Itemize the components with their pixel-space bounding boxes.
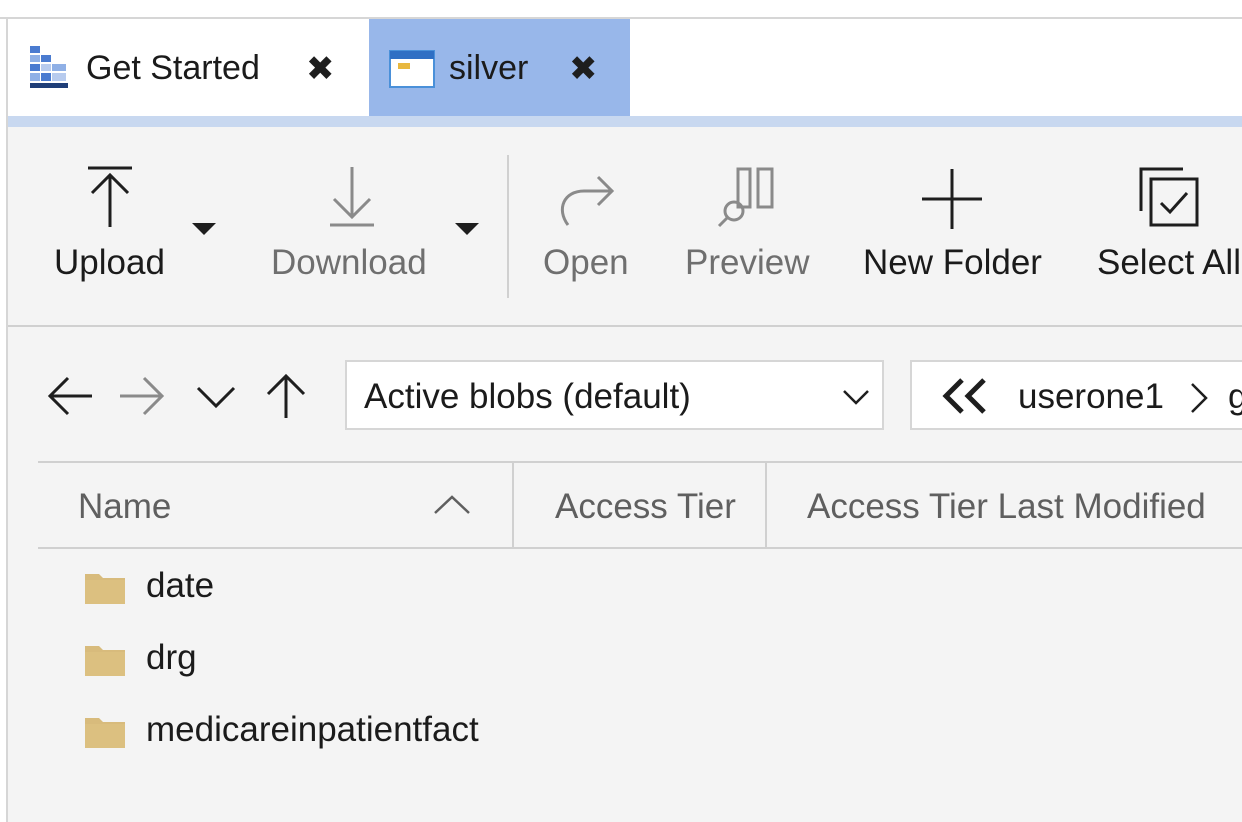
column-header-name[interactable]: Name	[78, 487, 171, 527]
folder-name: medicareinpatientfact	[146, 710, 479, 749]
chevron-down-icon[interactable]	[192, 372, 240, 420]
close-icon[interactable]: ✖	[569, 52, 598, 86]
column-header-access-tier[interactable]: Access Tier	[555, 487, 736, 527]
close-icon[interactable]: ✖	[306, 52, 335, 86]
column-separator[interactable]	[765, 463, 767, 547]
breadcrumb-item[interactable]: g	[1228, 377, 1242, 417]
new-folder-label: New Folder	[863, 243, 1042, 282]
table-header-bottom-border	[38, 547, 1242, 549]
table-row[interactable]: medicareinpatientfact	[38, 695, 1242, 765]
tab-strip-underline	[8, 116, 1242, 127]
open-icon	[554, 169, 618, 234]
download-icon	[328, 165, 376, 234]
folder-icon	[85, 714, 125, 748]
breadcrumb-item[interactable]: userone1	[1018, 377, 1164, 417]
select-all-label: Select All	[1097, 243, 1241, 282]
upload-label: Upload	[54, 243, 165, 282]
get-started-icon	[28, 44, 70, 90]
folder-name: drg	[146, 638, 197, 677]
preview-button[interactable]: Preview	[680, 127, 820, 322]
upload-button[interactable]: Upload	[48, 127, 178, 322]
chevron-down-icon	[841, 382, 871, 417]
breadcrumb-overflow-icon[interactable]	[940, 376, 992, 421]
open-button[interactable]: Open	[536, 127, 646, 322]
plus-icon	[920, 167, 984, 236]
select-all-icon	[1137, 165, 1201, 234]
preview-label: Preview	[685, 243, 810, 282]
preview-icon	[716, 165, 780, 234]
forward-arrow-icon[interactable]	[118, 372, 166, 420]
table-header-top-border	[38, 461, 1242, 463]
back-arrow-icon[interactable]	[46, 372, 94, 420]
table-row[interactable]: date	[38, 551, 1242, 621]
tier-filter-value: Active blobs (default)	[364, 377, 691, 416]
upload-dropdown-caret[interactable]	[192, 223, 216, 235]
blob-tier-filter-select[interactable]: Active blobs (default)	[345, 360, 884, 430]
column-separator[interactable]	[512, 463, 514, 547]
toolbar-divider	[8, 325, 1242, 327]
download-dropdown-caret[interactable]	[455, 223, 479, 235]
table-row[interactable]: drg	[38, 623, 1242, 693]
chevron-right-icon	[1186, 380, 1212, 421]
download-label: Download	[271, 243, 427, 282]
open-label: Open	[543, 243, 629, 282]
folder-name: date	[146, 566, 215, 605]
download-button[interactable]: Download	[266, 127, 436, 322]
table-header: Name Access Tier Access Tier Last Modifi…	[38, 461, 1242, 549]
select-all-button[interactable]: Select All	[1093, 127, 1242, 322]
container-icon	[389, 49, 435, 89]
new-folder-button[interactable]: New Folder	[858, 127, 1048, 322]
column-header-access-tier-last-modified[interactable]: Access Tier Last Modified	[807, 487, 1206, 527]
tab-silver[interactable]: silver ✖	[369, 19, 630, 116]
toolbar-separator	[507, 155, 509, 298]
sort-ascending-icon[interactable]	[432, 493, 472, 522]
explorer-content: Upload Download Open Preview New Folder …	[8, 127, 1242, 822]
tab-get-started[interactable]: Get Started ✖	[8, 19, 368, 116]
folder-icon	[85, 570, 125, 604]
breadcrumb: userone1 g	[910, 360, 1242, 430]
tab-label: silver	[449, 49, 529, 87]
up-arrow-icon[interactable]	[262, 372, 310, 420]
tab-label: Get Started	[86, 49, 260, 87]
folder-icon	[85, 642, 125, 676]
upload-icon	[86, 165, 134, 234]
